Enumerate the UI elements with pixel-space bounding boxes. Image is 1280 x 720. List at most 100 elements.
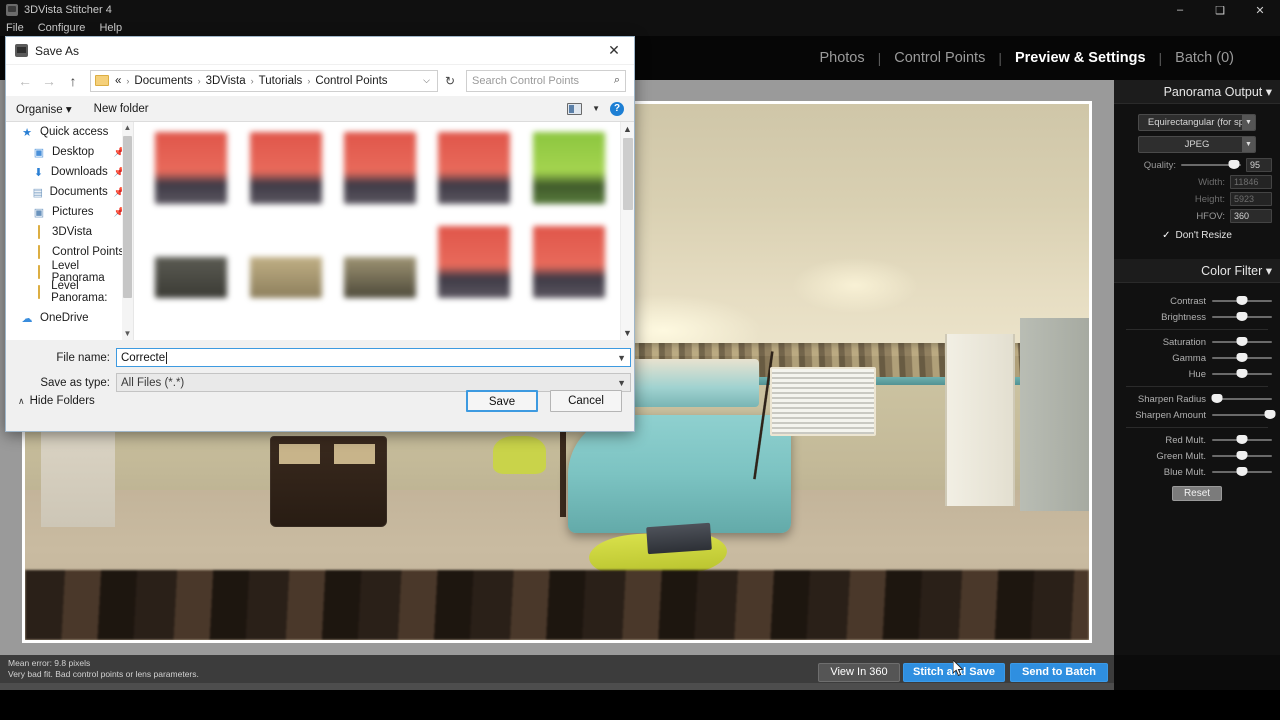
sharpen-amount-slider[interactable] (1212, 409, 1276, 421)
menu-item-configure[interactable]: Configure (38, 22, 86, 34)
save-as-dialog[interactable]: Save As ✕ ← → ↑ « › Documents › 3DVista … (5, 36, 635, 432)
file-list-scrollbar[interactable]: ▲ ▼ (620, 122, 634, 340)
address-dropdown-icon[interactable]: ⌵ (423, 75, 433, 86)
tab-batch[interactable]: Batch (0) (1171, 50, 1238, 66)
sharpen-radius-slider[interactable] (1211, 393, 1272, 405)
up-icon[interactable]: ↑ (62, 73, 84, 89)
hfov-input[interactable]: 360 (1230, 209, 1272, 223)
sidebar-scrollbar[interactable]: ▲ ▼ (122, 122, 133, 340)
slider-knob[interactable] (1236, 451, 1248, 460)
help-icon[interactable]: ? (610, 101, 624, 116)
dialog-close-icon[interactable]: ✕ (594, 37, 634, 65)
scroll-down-icon[interactable]: ▼ (621, 326, 634, 340)
tab-control-points[interactable]: Control Points (890, 50, 989, 66)
slider-knob[interactable] (1236, 369, 1248, 378)
stitch-and-save-button[interactable]: Stitch and Save (903, 663, 1005, 682)
file-thumbnail[interactable] (146, 226, 236, 314)
minimize-icon[interactable]: – (1160, 0, 1200, 20)
breadcrumb-control-points[interactable]: Control Points (315, 75, 387, 87)
file-list-view[interactable]: ▲ ▼ (134, 122, 634, 340)
file-thumbnail[interactable] (240, 132, 330, 220)
slider-knob[interactable] (1236, 353, 1248, 362)
file-thumbnail[interactable] (429, 226, 519, 314)
maximize-icon[interactable]: ❑ (1200, 0, 1240, 20)
color-filter-header[interactable]: Color Filter ▾ (1114, 259, 1280, 283)
tab-preview-settings[interactable]: Preview & Settings (1011, 50, 1150, 66)
search-icon[interactable]: ⌕ (614, 74, 620, 87)
sidebar-item-3dvista[interactable]: 3DVista (6, 222, 133, 242)
view-in-360-button[interactable]: View In 360 (818, 663, 900, 682)
sidebar-item-control-points[interactable]: Control Points (6, 242, 133, 262)
menu-item-help[interactable]: Help (99, 22, 122, 34)
forward-icon[interactable]: → (38, 73, 60, 89)
chevron-down-icon[interactable]: ▼ (1242, 115, 1255, 130)
hue-slider[interactable] (1212, 368, 1272, 380)
file-thumbnail[interactable] (429, 132, 519, 220)
breadcrumb-documents[interactable]: Documents (134, 75, 192, 87)
sidebar-item-pictures[interactable]: ▣ Pictures 📌 (6, 202, 133, 222)
sidebar-item-quick-access[interactable]: ★ Quick access (6, 122, 133, 142)
scrollbar-thumb[interactable] (623, 138, 633, 210)
save-button[interactable]: Save (466, 390, 538, 412)
gamma-slider[interactable] (1212, 352, 1272, 364)
slider-knob[interactable] (1236, 337, 1248, 346)
reset-button[interactable]: Reset (1172, 486, 1222, 501)
format-select[interactable]: JPEG ▼ (1138, 136, 1256, 153)
sidebar-item-documents[interactable]: ▤ Documents 📌 (6, 182, 133, 202)
width-input[interactable]: 11846 (1230, 175, 1272, 189)
scroll-up-icon[interactable]: ▲ (122, 122, 133, 134)
file-thumbnail[interactable] (240, 226, 330, 314)
slider-knob[interactable] (1236, 296, 1248, 305)
slider-knob[interactable] (1236, 435, 1248, 444)
blue-mult-slider[interactable] (1212, 466, 1272, 478)
slider-knob[interactable] (1236, 312, 1248, 321)
file-thumbnail[interactable] (524, 132, 614, 220)
brightness-slider[interactable] (1212, 311, 1272, 323)
organise-button[interactable]: Organise ▾ (16, 102, 72, 116)
breadcrumb-tutorials[interactable]: Tutorials (259, 75, 303, 87)
file-thumbnail[interactable] (524, 226, 614, 314)
tab-photos[interactable]: Photos (815, 50, 868, 66)
quality-slider[interactable] (1181, 159, 1241, 171)
red-mult-slider[interactable] (1212, 434, 1272, 446)
scroll-up-icon[interactable]: ▲ (621, 122, 634, 136)
sidebar-item-onedrive[interactable]: ☁ OneDrive (6, 308, 133, 328)
view-mode-icon[interactable] (567, 102, 583, 115)
sidebar-item-level-panorama[interactable]: Level Panorama (6, 260, 133, 284)
chevron-down-icon[interactable]: ▼ (617, 353, 626, 363)
chevron-down-icon[interactable]: ▼ (592, 104, 600, 113)
refresh-icon[interactable]: ↻ (440, 74, 460, 88)
slider-knob[interactable] (1211, 394, 1223, 403)
scroll-down-icon[interactable]: ▼ (122, 328, 133, 340)
sidebar-item-downloads[interactable]: ⬇ Downloads 📌 (6, 162, 133, 182)
slider-knob[interactable] (1228, 160, 1240, 169)
height-input[interactable]: 5923 (1230, 192, 1272, 206)
search-input[interactable]: Search Control Points (472, 75, 579, 87)
breadcrumb-3dvista[interactable]: 3DVista (206, 75, 246, 87)
chevron-down-icon[interactable]: ▼ (1242, 137, 1255, 152)
new-folder-button[interactable]: New folder (94, 103, 149, 115)
search-box[interactable]: Search Control Points ⌕ (466, 69, 626, 92)
hide-folders-toggle[interactable]: ∧ Hide Folders (18, 395, 95, 407)
scrollbar-thumb[interactable] (123, 136, 132, 298)
close-icon[interactable]: ✕ (1240, 0, 1280, 20)
file-thumbnail[interactable] (335, 132, 425, 220)
slider-knob[interactable] (1264, 410, 1276, 419)
send-to-batch-button[interactable]: Send to Batch (1010, 663, 1108, 682)
address-bar[interactable]: « › Documents › 3DVista › Tutorials › Co… (90, 69, 438, 92)
green-mult-slider[interactable] (1212, 450, 1272, 462)
file-name-input[interactable]: Correcte ▼ (116, 348, 631, 367)
sidebar-item-desktop[interactable]: ▣ Desktop 📌 (6, 142, 133, 162)
saturation-slider[interactable] (1212, 336, 1272, 348)
dont-resize-checkbox[interactable]: ✓ Don't Resize (1122, 230, 1272, 241)
menu-item-file[interactable]: File (6, 22, 24, 34)
file-thumbnail[interactable] (146, 132, 236, 220)
back-icon[interactable]: ← (14, 73, 36, 89)
slider-knob[interactable] (1236, 467, 1248, 476)
quality-value[interactable]: 95 (1246, 158, 1272, 172)
contrast-slider[interactable] (1212, 295, 1272, 307)
file-thumbnail[interactable] (335, 226, 425, 314)
panorama-output-header[interactable]: Panorama Output ▾ (1114, 80, 1280, 104)
cancel-button[interactable]: Cancel (550, 390, 622, 412)
sidebar-item-level-panoramas[interactable]: Level Panorama: (6, 280, 133, 304)
